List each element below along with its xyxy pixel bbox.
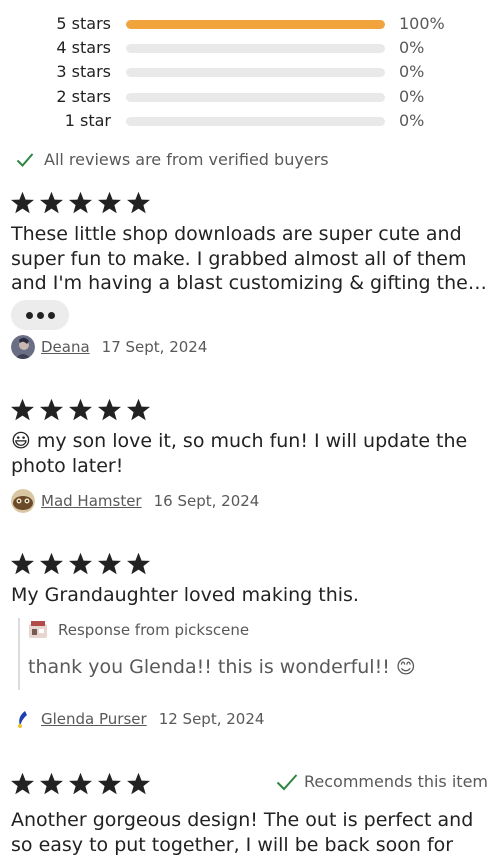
dot-icon xyxy=(47,311,55,319)
rating-bar xyxy=(126,93,385,102)
rating-bar xyxy=(126,117,385,126)
review-stars xyxy=(10,398,155,422)
star-icon xyxy=(40,191,63,214)
star-icon xyxy=(11,398,34,421)
rating-row-percent: 0% xyxy=(399,62,425,81)
reviewer-name-link[interactable]: Deana xyxy=(41,338,90,356)
star-icon xyxy=(11,772,34,795)
rating-bar xyxy=(126,44,385,53)
avatar[interactable] xyxy=(11,335,35,359)
response-header: Response from pickscene xyxy=(28,620,249,640)
star-icon xyxy=(127,398,150,421)
shop-logo-icon xyxy=(29,621,47,638)
rating-bar xyxy=(126,20,385,29)
review-text: 😃 my son love it, so much fun! I will up… xyxy=(11,430,468,477)
star-icon xyxy=(69,191,92,214)
rating-row-1[interactable]: 1 star 0% xyxy=(0,109,500,133)
star-icon xyxy=(69,398,92,421)
review-date: 16 Sept, 2024 xyxy=(153,492,260,510)
review-text: These little shop downloads are super cu… xyxy=(11,223,487,294)
rating-bar xyxy=(126,68,385,77)
review-meta: Mad Hamster 16 Sept, 2024 xyxy=(11,489,259,513)
star-icon xyxy=(127,191,150,214)
rating-row-2[interactable]: 2 stars 0% xyxy=(0,85,500,109)
review-text: My Grandaughter loved making this. xyxy=(11,584,359,606)
verified-buyers-note: All reviews are from verified buyers xyxy=(16,150,329,169)
more-options-button[interactable] xyxy=(11,300,69,330)
star-icon xyxy=(98,191,121,214)
review-meta: Glenda Purser 12 Sept, 2024 xyxy=(11,707,264,731)
rating-bar-fill xyxy=(126,20,385,29)
review-date: 12 Sept, 2024 xyxy=(158,710,265,728)
star-icon xyxy=(40,772,63,795)
rating-row-4[interactable]: 4 stars 0% xyxy=(0,36,500,60)
star-icon xyxy=(69,772,92,795)
star-icon xyxy=(40,552,63,575)
review-meta: Deana 17 Sept, 2024 xyxy=(11,335,207,359)
star-icon xyxy=(127,772,150,795)
star-icon xyxy=(40,398,63,421)
rating-row-3[interactable]: 3 stars 0% xyxy=(0,60,500,84)
recommends-badge: Recommends this item xyxy=(276,772,488,791)
star-icon xyxy=(69,552,92,575)
dot-icon xyxy=(25,311,33,319)
review-stars xyxy=(10,772,155,796)
reviewer-name-link[interactable]: Mad Hamster xyxy=(41,492,142,510)
dot-icon xyxy=(36,311,44,319)
review-stars xyxy=(10,191,155,215)
rating-row-label: 3 stars xyxy=(56,62,111,81)
rating-row-percent: 0% xyxy=(399,38,425,57)
star-icon xyxy=(98,772,121,795)
rating-row-percent: 0% xyxy=(399,111,425,130)
verified-text: All reviews are from verified buyers xyxy=(44,150,329,169)
star-icon xyxy=(98,552,121,575)
check-icon xyxy=(276,773,298,790)
rating-row-label: 2 stars xyxy=(56,87,111,106)
reviewer-name-link[interactable]: Glenda Purser xyxy=(41,710,147,728)
review-text: Another gorgeous design! The out is perf… xyxy=(11,809,474,856)
avatar[interactable] xyxy=(11,489,35,513)
rating-row-percent: 100% xyxy=(399,14,445,33)
response-text: thank you Glenda!! this is wonderful!! 😊 xyxy=(28,656,416,678)
rating-row-label: 4 stars xyxy=(56,38,111,57)
star-icon xyxy=(11,191,34,214)
check-icon xyxy=(16,152,34,167)
star-icon xyxy=(127,552,150,575)
rating-row-percent: 0% xyxy=(399,87,425,106)
star-icon xyxy=(98,398,121,421)
avatar[interactable] xyxy=(11,707,35,731)
star-icon xyxy=(11,552,34,575)
review-date: 17 Sept, 2024 xyxy=(101,338,208,356)
seller-response: Response from pickscene thank you Glenda… xyxy=(18,618,488,690)
response-label: Response from pickscene xyxy=(58,621,250,639)
recommends-text: Recommends this item xyxy=(304,772,488,791)
rating-row-label: 1 star xyxy=(64,111,111,130)
review-stars xyxy=(10,552,155,576)
rating-row-5[interactable]: 5 stars 100% xyxy=(0,12,500,36)
rating-row-label: 5 stars xyxy=(56,14,111,33)
